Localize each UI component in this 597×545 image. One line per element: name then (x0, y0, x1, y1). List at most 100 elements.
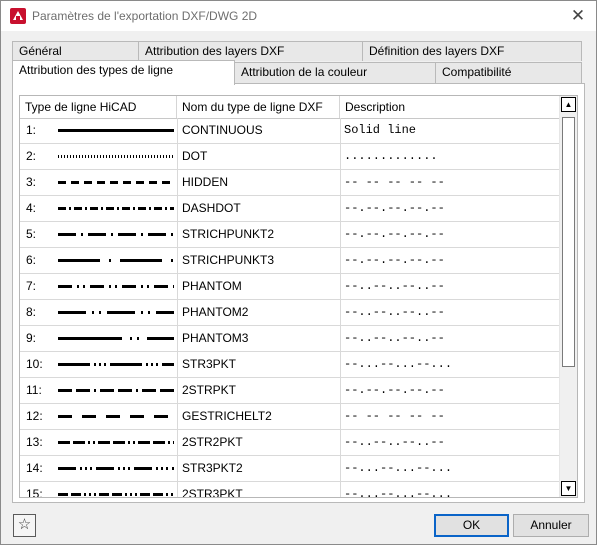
linetype-table[interactable]: Type de ligne HiCAD Nom du type de ligne… (19, 95, 578, 498)
table-row[interactable]: 9: PHANTOM3 --..--..--..-- (20, 326, 565, 352)
linetype-preview-phantom3 (58, 337, 174, 340)
linetype-number: 3: (26, 175, 37, 189)
dxf-linetype-name[interactable]: STRICHPUNKT3 (182, 248, 274, 273)
linetype-number: 2: (26, 149, 37, 163)
ok-button[interactable]: OK (434, 514, 509, 537)
column-divider (340, 222, 341, 247)
column-divider (177, 430, 178, 455)
dxf-linetype-name[interactable]: DASHDOT (182, 196, 241, 221)
column-divider (177, 274, 178, 299)
column-divider (177, 170, 178, 195)
column-divider (340, 326, 341, 351)
dxf-linetype-name[interactable]: STR3PKT (182, 352, 236, 377)
scroll-down-icon[interactable]: ▼ (561, 481, 576, 496)
dxf-linetype-name[interactable]: PHANTOM (182, 274, 242, 299)
dxf-linetype-name[interactable]: 2STRPKT (182, 378, 236, 403)
dxf-linetype-name[interactable]: STR3PKT2 (182, 456, 243, 481)
table-row[interactable]: 7: PHANTOM --..--..--..-- (20, 274, 565, 300)
linetype-number: 9: (26, 331, 37, 345)
table-row[interactable]: 5: STRICHPUNKT2 --.--.--.--.-- (20, 222, 565, 248)
dxf-linetype-name[interactable]: GESTRICHELT2 (182, 404, 272, 429)
tab-layer-definition[interactable]: Définition des layers DXF (362, 41, 582, 61)
column-divider (340, 144, 341, 169)
linetype-preview-dot (58, 155, 173, 158)
dxf-linetype-name[interactable]: DOT (182, 144, 207, 169)
linetype-number: 14: (26, 461, 43, 475)
table-row[interactable]: 13: 2STR2PKT --..--..--..-- (20, 430, 565, 456)
table-row[interactable]: 12: GESTRICHELT2 -- -- -- -- -- (20, 404, 565, 430)
linetype-description: --...--...--... (344, 461, 453, 475)
column-divider (177, 482, 178, 497)
table-row[interactable]: 6: STRICHPUNKT3 --.--.--.--.-- (20, 248, 565, 274)
linetype-description: --.--.--.--.-- (344, 201, 445, 215)
linetype-description: --..--..--..-- (344, 435, 445, 449)
table-row[interactable]: 2: DOT............. (20, 144, 565, 170)
vertical-scrollbar[interactable]: ▲ ▼ (559, 96, 577, 497)
linetype-preview-2str3pkt (58, 493, 173, 496)
favorite-star-icon[interactable]: ☆ (13, 514, 36, 537)
column-divider (177, 300, 178, 325)
table-row[interactable]: 15: 2STR3PKT --...--...--... (20, 482, 565, 498)
column-divider (177, 118, 178, 143)
column-header-dxf-linetype-name[interactable]: Nom du type de ligne DXF (177, 96, 340, 118)
linetype-number: 1: (26, 123, 37, 137)
table-row[interactable]: 3: HIDDEN -- -- -- -- -- (20, 170, 565, 196)
table-row[interactable]: 11: 2STRPKT --.--.--.--.-- (20, 378, 565, 404)
tab-color-attribution[interactable]: Attribution de la couleur (234, 62, 436, 83)
linetype-description: ............. (344, 149, 438, 163)
column-divider (340, 170, 341, 195)
column-divider (177, 326, 178, 351)
column-divider (340, 430, 341, 455)
linetype-preview-continuous (58, 129, 174, 132)
table-row[interactable]: 8: PHANTOM2 --..--..--..-- (20, 300, 565, 326)
linetype-description: -- -- -- -- -- (344, 175, 445, 189)
dxf-linetype-name[interactable]: HIDDEN (182, 170, 228, 195)
linetype-preview-2str2pkt (58, 441, 174, 444)
dxf-linetype-name[interactable]: 2STR2PKT (182, 430, 243, 455)
linetype-preview-strichpunkt3 (58, 259, 173, 262)
linetype-number: 12: (26, 409, 43, 423)
table-row[interactable]: 1: CONTINUOUS Solid line (20, 118, 565, 144)
dxf-linetype-name[interactable]: 2STR3PKT (182, 482, 243, 497)
dxf-linetype-name[interactable]: CONTINUOUS (182, 118, 263, 143)
tab-panel: Type de ligne HiCAD Nom du type de ligne… (12, 83, 585, 503)
column-divider (340, 118, 341, 143)
linetype-number: 7: (26, 279, 37, 293)
linetype-number: 15: (26, 487, 43, 498)
tab-linetype-attribution[interactable]: Attribution des types de ligne (12, 60, 235, 85)
tab-layer-attribution[interactable]: Attribution des layers DXF (138, 41, 363, 61)
table-row[interactable]: 14: STR3PKT2 --...--...--... (20, 456, 565, 482)
cancel-button[interactable]: Annuler (513, 514, 589, 537)
dxf-linetype-name[interactable]: STRICHPUNKT2 (182, 222, 274, 247)
dxf-linetype-name[interactable]: PHANTOM2 (182, 300, 248, 325)
tab-general[interactable]: Général (12, 41, 139, 61)
linetype-description: --.--.--.--.-- (344, 383, 445, 397)
column-divider (340, 248, 341, 273)
close-icon[interactable]: ✕ (564, 4, 592, 28)
column-divider (340, 378, 341, 403)
linetype-number: 11: (26, 383, 42, 397)
linetype-description: --.--.--.--.-- (344, 253, 445, 267)
scroll-up-icon[interactable]: ▲ (561, 97, 576, 112)
tab-compatibility[interactable]: Compatibilité (435, 62, 582, 83)
dxf-linetype-name[interactable]: PHANTOM3 (182, 326, 248, 351)
export-settings-dialog: Paramètres de l'exportation DXF/DWG 2D ✕… (0, 0, 597, 545)
column-header-description[interactable]: Description (340, 96, 565, 118)
linetype-description: -- -- -- -- -- (344, 409, 445, 423)
column-divider (340, 274, 341, 299)
linetype-preview-hidden (58, 181, 170, 184)
linetype-number: 5: (26, 227, 37, 241)
linetype-number: 8: (26, 305, 37, 319)
column-header-hicad-linetype[interactable]: Type de ligne HiCAD (20, 96, 177, 118)
column-divider (340, 196, 341, 221)
column-divider (177, 378, 178, 403)
table-row[interactable]: 4: DASHDOT --.--.--.--.-- (20, 196, 565, 222)
column-divider (340, 404, 341, 429)
column-divider (340, 352, 341, 377)
table-header: Type de ligne HiCAD Nom du type de ligne… (20, 96, 565, 119)
linetype-preview-gestrichelt2 (58, 415, 168, 418)
table-row[interactable]: 10: STR3PKT --...--...--... (20, 352, 565, 378)
linetype-number: 6: (26, 253, 37, 267)
linetype-number: 10: (26, 357, 43, 371)
scrollbar-thumb[interactable] (562, 117, 575, 367)
